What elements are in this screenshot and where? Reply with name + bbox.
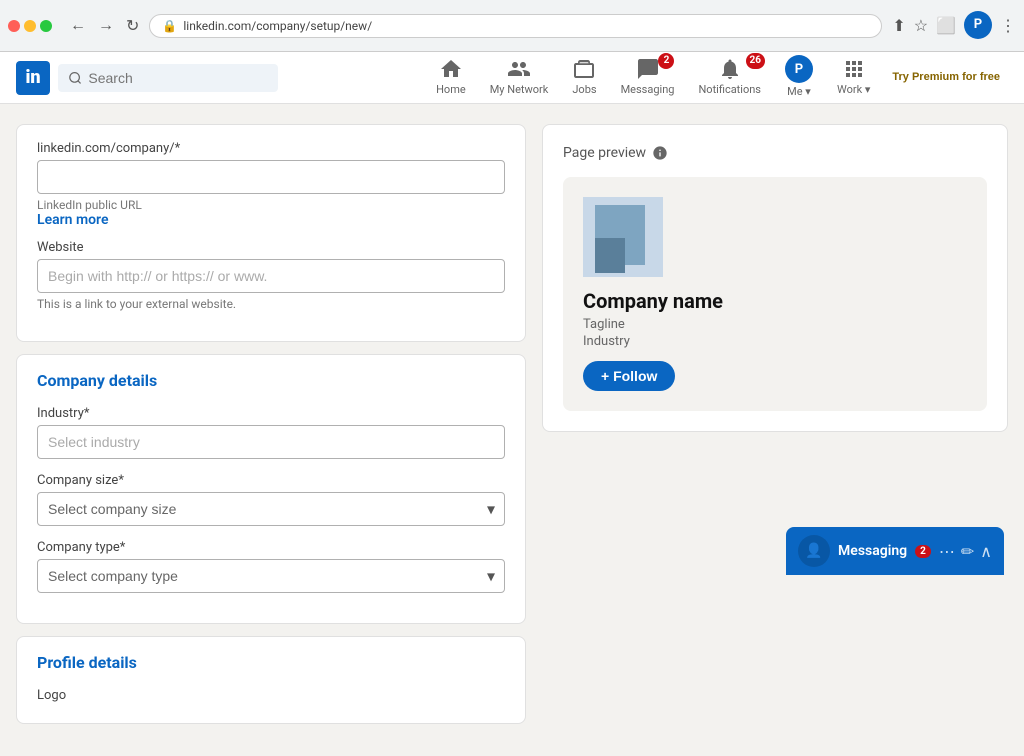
browser-chrome: ← → ↻ 🔒 linkedin.com/company/setup/new/ … <box>0 0 1024 52</box>
browser-reload-btn[interactable]: ↻ <box>122 14 143 38</box>
messaging-badge-count: 2 <box>915 545 931 558</box>
logo-shape-2 <box>595 238 625 273</box>
profile-details-title: Profile details <box>37 653 505 672</box>
search-input[interactable] <box>88 70 268 86</box>
me-avatar: P <box>785 55 813 83</box>
company-type-select[interactable]: Select company type <box>37 559 505 593</box>
home-icon <box>439 57 463 81</box>
url-card: linkedin.com/company/* LinkedIn public U… <box>16 124 526 342</box>
company-url-input[interactable] <box>37 160 505 194</box>
premium-button[interactable]: Try Premium for free <box>884 66 1008 88</box>
company-size-label: Company size* <box>37 473 505 488</box>
nav-me[interactable]: P Me ▾ <box>775 49 823 106</box>
left-column: linkedin.com/company/* LinkedIn public U… <box>16 124 526 736</box>
nav-home-label: Home <box>436 83 466 96</box>
linkedin-logo[interactable]: in <box>16 61 50 95</box>
logo-label: Logo <box>37 688 505 703</box>
industry-label: Industry* <box>37 406 505 421</box>
nav-items: Home My Network Jobs 2 Messaging <box>426 49 1008 106</box>
learn-more-link[interactable]: Learn more <box>37 212 108 228</box>
browser-min-btn[interactable] <box>24 20 36 32</box>
browser-max-btn[interactable] <box>40 20 52 32</box>
preview-tagline: Tagline <box>583 317 625 332</box>
page-body: linkedin.com/company/* LinkedIn public U… <box>0 104 1024 756</box>
notifications-badge: 26 <box>746 53 765 69</box>
grid-icon <box>842 57 866 81</box>
extensions-icon[interactable]: ⬜ <box>936 16 956 36</box>
nav-jobs-label: Jobs <box>572 83 596 96</box>
more-icon[interactable]: ⋮ <box>1000 16 1016 36</box>
company-logo-preview <box>583 197 663 277</box>
nav-my-network[interactable]: My Network <box>480 51 559 104</box>
preview-industry: Industry <box>583 334 630 349</box>
url-text: linkedin.com/company/setup/new/ <box>183 19 372 33</box>
messaging-compose-icon[interactable]: ✏ <box>961 542 974 561</box>
nav-notifications[interactable]: 26 Notifications <box>688 51 771 104</box>
chat-icon <box>636 57 660 81</box>
preview-card: Page preview Company name Tagline Indust… <box>542 124 1008 432</box>
follow-button[interactable]: + Follow <box>583 361 675 391</box>
website-label: Website <box>37 240 505 255</box>
info-icon <box>652 145 668 161</box>
profile-details-card: Profile details Logo <box>16 636 526 724</box>
nav-network-label: My Network <box>490 83 549 96</box>
industry-field: Industry* <box>37 406 505 459</box>
briefcase-icon <box>572 57 596 81</box>
star-icon[interactable]: ☆ <box>914 16 928 36</box>
company-details-card: Company details Industry* Company size* … <box>16 354 526 624</box>
website-input[interactable] <box>37 259 505 293</box>
messaging-label: Messaging <box>838 543 907 559</box>
industry-input[interactable] <box>37 425 505 459</box>
browser-back-btn[interactable]: ← <box>66 14 90 38</box>
company-type-label: Company type* <box>37 540 505 555</box>
nav-messaging-label: Messaging <box>621 83 675 96</box>
preview-inner: Company name Tagline Industry + Follow <box>563 177 987 411</box>
search-icon <box>68 70 82 86</box>
company-size-field: Company size* Select company size ▾ <box>37 473 505 526</box>
right-column: Page preview Company name Tagline Indust… <box>542 124 1008 736</box>
browser-profile-avatar[interactable]: P <box>964 11 992 39</box>
nav-me-label: Me ▾ <box>787 85 811 98</box>
messaging-collapse-icon[interactable]: ∧ <box>980 542 992 561</box>
messaging-actions: ⋯ ✏ ∧ <box>939 542 992 561</box>
nav-messaging[interactable]: 2 Messaging <box>611 51 685 104</box>
messaging-more-icon[interactable]: ⋯ <box>939 542 955 561</box>
company-size-select-wrapper: Select company size ▾ <box>37 492 505 526</box>
nav-home[interactable]: Home <box>426 51 476 104</box>
preview-title: Page preview <box>563 145 987 161</box>
messaging-badge: 2 <box>658 53 674 69</box>
people-icon <box>507 57 531 81</box>
search-bar[interactable] <box>58 64 278 92</box>
public-url-label: LinkedIn public URL <box>37 198 505 212</box>
url-bar[interactable]: 🔒 linkedin.com/company/setup/new/ <box>149 14 882 38</box>
messaging-avatar: 👤 <box>798 535 830 567</box>
company-size-select[interactable]: Select company size <box>37 492 505 526</box>
nav-jobs[interactable]: Jobs <box>562 51 606 104</box>
lock-icon: 🔒 <box>162 19 177 33</box>
website-hint: This is a link to your external website. <box>37 297 505 311</box>
company-type-field: Company type* Select company type ▾ <box>37 540 505 593</box>
website-field-group: Website This is a link to your external … <box>37 240 505 311</box>
nav-notifications-label: Notifications <box>698 83 761 96</box>
nav-work[interactable]: Work ▾ <box>827 51 880 104</box>
url-prefix: linkedin.com/company/* <box>37 141 505 156</box>
nav-work-label: Work ▾ <box>837 83 870 96</box>
browser-forward-btn[interactable]: → <box>94 14 118 38</box>
messaging-widget[interactable]: 👤 Messaging 2 ⋯ ✏ ∧ <box>786 527 1004 575</box>
preview-company-name: Company name <box>583 289 723 313</box>
browser-close-btn[interactable] <box>8 20 20 32</box>
company-details-title: Company details <box>37 371 505 390</box>
share-icon[interactable]: ⬆ <box>892 16 905 36</box>
app-nav: in Home My Network Jobs <box>0 52 1024 104</box>
bell-icon <box>718 57 742 81</box>
company-type-select-wrapper: Select company type ▾ <box>37 559 505 593</box>
